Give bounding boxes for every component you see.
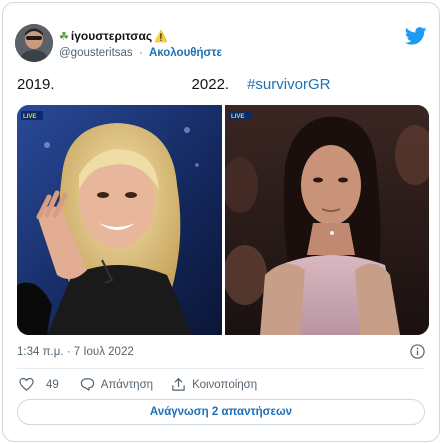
tweet-text-year-2: 2022. bbox=[191, 76, 230, 93]
speech-bubble-icon bbox=[80, 378, 94, 391]
live-badge-left: LIVE bbox=[23, 114, 36, 120]
avatar-image bbox=[15, 24, 53, 62]
separator-dot: · bbox=[138, 47, 143, 59]
info-icon[interactable] bbox=[410, 344, 425, 359]
tweet-text: 2019. 2022. #survivorGR bbox=[17, 76, 330, 93]
photo-left-2019[interactable]: LIVE bbox=[17, 105, 222, 335]
twitter-bird-icon[interactable] bbox=[405, 27, 427, 45]
divider bbox=[17, 368, 425, 369]
warning-icon: ⚠️ bbox=[154, 30, 168, 43]
share-button[interactable]: Κοινοποίηση bbox=[171, 377, 257, 392]
tweet-text-year-1: 2019. bbox=[17, 76, 55, 93]
author-handle[interactable]: @gousteritsas bbox=[59, 47, 133, 59]
photo-right-image: LIVE bbox=[225, 105, 429, 335]
avatar[interactable] bbox=[15, 24, 53, 62]
author-handle-row: @gousteritsas · Ακολουθήστε bbox=[59, 47, 222, 59]
reply-button[interactable]: Απάντηση bbox=[80, 377, 153, 392]
author-display-name: ίγουστεριτσας bbox=[70, 29, 153, 43]
tweet-media[interactable]: LIVE LIVE bbox=[17, 105, 429, 335]
like-button[interactable]: 49 bbox=[19, 377, 59, 392]
tweet-timestamp[interactable]: 1:34 π.μ. · 7 Ιουλ 2022 bbox=[17, 346, 134, 358]
action-bar: 49 Απάντηση Κοινοποίηση bbox=[19, 377, 257, 392]
photo-left-image: LIVE bbox=[17, 105, 222, 335]
author-name-row[interactable]: ☘ ίγουστεριτσας ⚠️ bbox=[59, 28, 168, 44]
follow-link[interactable]: Ακολουθήστε bbox=[149, 47, 222, 59]
share-upload-icon bbox=[172, 378, 185, 391]
heart-icon bbox=[19, 377, 34, 391]
like-count: 49 bbox=[46, 378, 59, 391]
share-label: Κοινοποίηση bbox=[192, 378, 258, 391]
hashtag-link[interactable]: #survivorGR bbox=[247, 76, 330, 93]
photo-right-2022[interactable]: LIVE bbox=[225, 105, 429, 335]
tweet-card: ☘ ίγουστεριτσας ⚠️ @gousteritsas · Ακολο… bbox=[2, 2, 440, 442]
live-badge-right: LIVE bbox=[231, 114, 244, 120]
reply-label: Απάντηση bbox=[100, 378, 154, 391]
leaf-icon: ☘ bbox=[59, 30, 69, 43]
read-replies-button[interactable]: Ανάγνωση 2 απαντήσεων bbox=[17, 399, 425, 425]
